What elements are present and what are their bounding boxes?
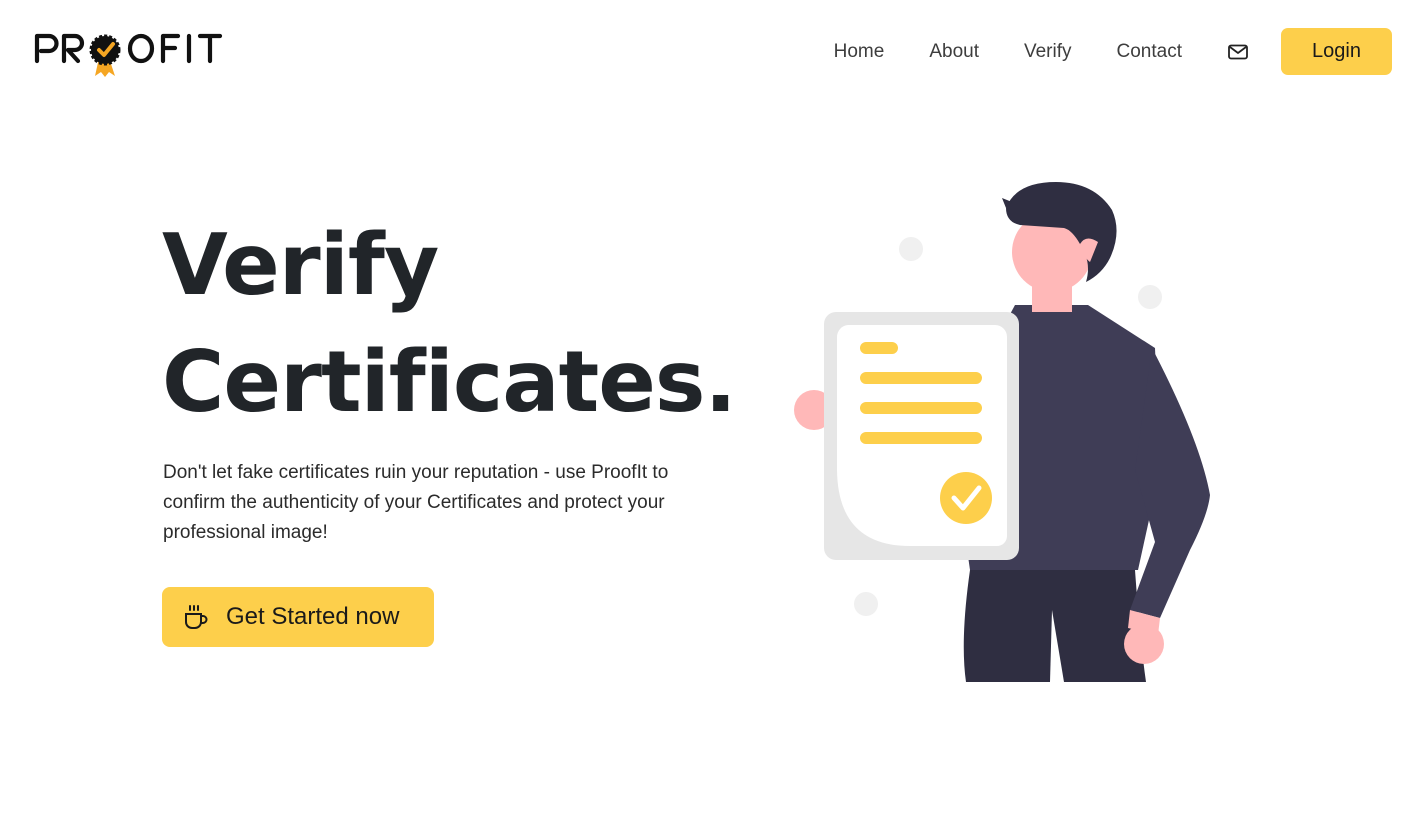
mail-icon[interactable] [1227, 41, 1249, 63]
hero-title-line1: Verify [162, 216, 439, 315]
nav-contact[interactable]: Contact [1117, 41, 1182, 63]
nav-links: Home About Verify Contact Login [834, 28, 1392, 75]
hero-title: Verify Certificates. [162, 207, 737, 441]
nav-verify[interactable]: Verify [1024, 41, 1072, 63]
brand-logo[interactable] [34, 28, 226, 78]
certificate-line [860, 342, 898, 354]
nav-home[interactable]: Home [834, 41, 885, 63]
certificate-check-icon [940, 472, 992, 524]
certificate-line [860, 372, 982, 384]
hero-description: Don't let fake certificates ruin your re… [163, 462, 669, 543]
cup-icon [182, 603, 210, 631]
decor-dot [1138, 285, 1162, 309]
person-holding-certificate-illustration [780, 170, 1240, 690]
nav-about[interactable]: About [929, 41, 979, 63]
get-started-label: Get Started now [226, 603, 400, 630]
login-button[interactable]: Login [1281, 28, 1392, 75]
certificate-line [860, 432, 982, 444]
navbar: Home About Verify Contact Login [0, 0, 1406, 106]
hero-title-line2: Certificates. [162, 333, 737, 432]
decor-dot [899, 237, 923, 261]
decor-dot [854, 592, 878, 616]
certificate-line [860, 402, 982, 414]
get-started-button[interactable]: Get Started now [162, 587, 434, 647]
